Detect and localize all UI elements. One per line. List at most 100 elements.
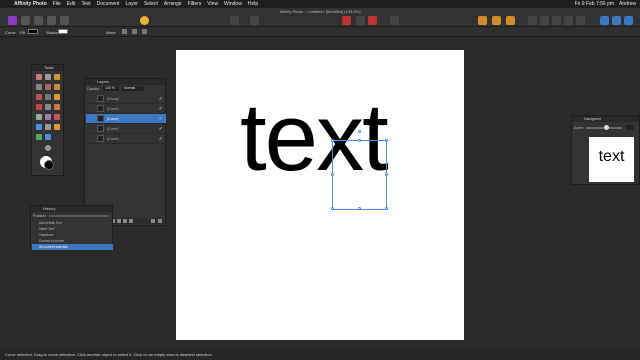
visibility-check-icon[interactable]: ✓ xyxy=(159,106,163,112)
visibility-check-icon[interactable]: ✓ xyxy=(159,126,163,132)
handle-right[interactable] xyxy=(385,173,388,176)
arrange-forward-icon[interactable] xyxy=(492,16,501,25)
dodge-tool-icon[interactable] xyxy=(54,94,60,100)
menu-document[interactable]: Document xyxy=(97,1,120,7)
menu-filters[interactable]: Filters xyxy=(188,1,202,7)
align-right-icon[interactable] xyxy=(552,16,561,25)
view-mode-icon[interactable] xyxy=(230,16,239,25)
persona-liquify-icon[interactable] xyxy=(21,16,30,25)
visibility-check-icon[interactable]: ✓ xyxy=(159,116,163,122)
boolean-subtract-icon[interactable] xyxy=(612,16,621,25)
menu-select[interactable]: Select xyxy=(144,1,158,7)
paint-tool-icon[interactable] xyxy=(54,84,60,90)
node-tool-icon[interactable] xyxy=(54,124,60,130)
visibility-check-icon[interactable]: ✓ xyxy=(159,136,163,142)
navigator-preview[interactable]: text xyxy=(589,137,634,182)
persona-photo-icon[interactable] xyxy=(8,16,17,25)
pen-tool-icon[interactable] xyxy=(54,74,60,80)
menu-arrange[interactable]: Arrange xyxy=(164,1,182,7)
mesh-tool-icon[interactable] xyxy=(45,134,51,140)
sponge-tool-icon[interactable] xyxy=(36,134,42,140)
zoom-tool-icon[interactable] xyxy=(45,145,51,151)
layer-row-curve[interactable]: (Curve) ✓ xyxy=(86,124,166,134)
handle-bottom[interactable] xyxy=(358,207,361,210)
layer-name: (Curve) xyxy=(107,117,119,121)
node-icon[interactable] xyxy=(122,29,127,34)
handle-top-left[interactable] xyxy=(331,139,334,142)
position-label: Position: xyxy=(33,214,47,218)
handle-top[interactable] xyxy=(358,139,361,142)
layer-thumbnail xyxy=(97,95,104,102)
add-layer-icon[interactable] xyxy=(151,219,155,223)
align-left-icon[interactable] xyxy=(528,16,537,25)
flood-select-icon[interactable] xyxy=(45,104,51,110)
menu-view[interactable]: View xyxy=(207,1,218,7)
mask-icon[interactable] xyxy=(368,16,377,25)
persona-export-icon[interactable] xyxy=(60,16,69,25)
menu-file[interactable]: File xyxy=(53,1,61,7)
fill-label: Fill: xyxy=(20,30,27,35)
zoom-slider-knob[interactable] xyxy=(604,125,609,130)
align-top-icon[interactable] xyxy=(564,16,573,25)
shape-tool-icon[interactable] xyxy=(36,124,42,130)
position-slider[interactable] xyxy=(49,215,109,217)
align-center-icon[interactable] xyxy=(540,16,549,25)
menu-edit[interactable]: Edit xyxy=(67,1,76,7)
handle-bottom-right[interactable] xyxy=(385,207,388,210)
healing-tool-icon[interactable] xyxy=(36,114,42,120)
boolean-intersect-icon[interactable] xyxy=(624,16,633,25)
history-row-selected[interactable]: Set current selection xyxy=(32,244,113,250)
app-menu[interactable]: Affinity Photo xyxy=(14,1,47,7)
fill-tool-icon[interactable] xyxy=(36,94,42,100)
blend-mode-select[interactable]: Normal xyxy=(122,86,144,91)
quick-mask-icon[interactable] xyxy=(390,16,399,25)
align-bottom-icon[interactable] xyxy=(576,16,585,25)
layer-row-curve-selected[interactable]: (Curve) ✓ xyxy=(86,114,166,124)
layer-row-group[interactable]: (Group) ✓ xyxy=(86,94,166,104)
color-wheel-icon[interactable] xyxy=(140,16,149,25)
snapping-icon[interactable] xyxy=(250,16,259,25)
adjustment-icon[interactable] xyxy=(117,219,121,223)
boolean-add-icon[interactable] xyxy=(600,16,609,25)
gradient-tool-icon[interactable] xyxy=(45,94,51,100)
brush-size-icon[interactable] xyxy=(356,16,365,25)
menu-window[interactable]: Window xyxy=(224,1,242,7)
layer-row-curve[interactable]: (Curve) ✓ xyxy=(86,104,166,114)
menu-text[interactable]: Text xyxy=(81,1,90,7)
rotate-handle[interactable] xyxy=(358,130,361,133)
convert-icon[interactable] xyxy=(132,29,137,34)
text-tool-icon[interactable] xyxy=(45,124,51,130)
persona-tone-map-icon[interactable] xyxy=(47,16,56,25)
canvas-document[interactable]: text xyxy=(176,50,464,340)
group-icon[interactable] xyxy=(129,219,133,223)
handle-left[interactable] xyxy=(331,173,334,176)
visibility-check-icon[interactable]: ✓ xyxy=(159,96,163,102)
user-name[interactable]: Andrew xyxy=(619,1,636,7)
menu-layer[interactable]: Layer xyxy=(125,1,138,7)
selection-brush-icon[interactable] xyxy=(36,104,42,110)
fx-icon[interactable] xyxy=(123,219,127,223)
patch-tool-icon[interactable] xyxy=(45,114,51,120)
clone-tool-icon[interactable] xyxy=(54,104,60,110)
smooth-icon[interactable] xyxy=(142,29,147,34)
menu-help[interactable]: Help xyxy=(248,1,258,7)
view-tool-icon[interactable] xyxy=(45,74,51,80)
arrange-icon[interactable] xyxy=(478,16,487,25)
handle-bottom-left[interactable] xyxy=(331,207,334,210)
opacity-field[interactable]: 100 % xyxy=(103,86,119,91)
fill-swatch[interactable] xyxy=(28,29,38,34)
stroke-swatch[interactable] xyxy=(58,29,68,34)
secondary-color-icon[interactable] xyxy=(44,160,54,170)
trash-icon[interactable] xyxy=(158,219,162,223)
redeye-tool-icon[interactable] xyxy=(54,114,60,120)
layer-row-curve[interactable]: (Curve) ✓ xyxy=(86,134,166,144)
zoom-field[interactable] xyxy=(626,125,634,130)
selection-mode-icon[interactable] xyxy=(342,16,351,25)
selection-box[interactable] xyxy=(331,130,388,210)
move-tool-icon[interactable] xyxy=(36,74,42,80)
crop-tool-icon[interactable] xyxy=(36,84,42,90)
arrange-back-icon[interactable] xyxy=(506,16,515,25)
persona-develop-icon[interactable] xyxy=(34,16,43,25)
handle-top-right[interactable] xyxy=(385,139,388,142)
brush-tool-icon[interactable] xyxy=(45,84,51,90)
